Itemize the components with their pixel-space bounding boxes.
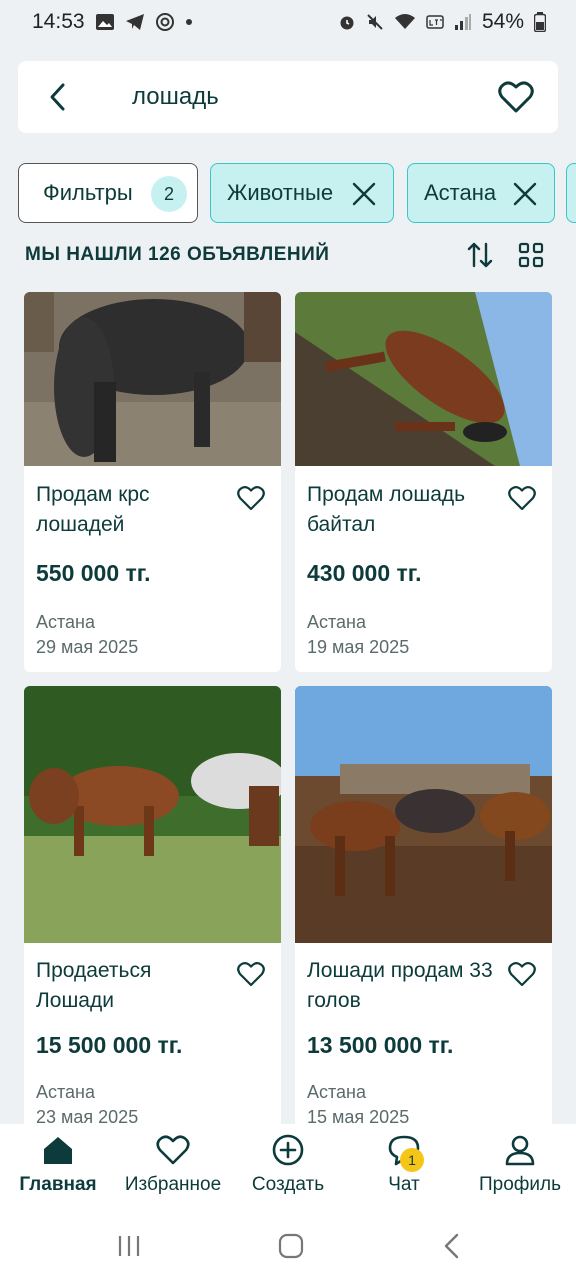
signal-icon [454,13,472,31]
back-button[interactable] [48,77,78,117]
chip-category-label: Животные [227,180,334,205]
nav-create[interactable]: Создать [246,1134,330,1208]
battery-percent: 54% [481,10,524,33]
search-bar[interactable]: лошадь [18,61,558,133]
listing-date: 29 мая 2025 [36,637,139,657]
listing-city: Астана [307,1082,367,1102]
plus-circle-icon [272,1134,304,1166]
filters-count-badge: 2 [151,176,187,212]
listing-photo [24,686,281,943]
close-icon[interactable] [512,181,538,207]
nav-home-label: Главная [19,1174,97,1195]
listing-title: Лошади продам 33 голов [307,959,493,1012]
chat-unread-badge: 1 [400,1148,424,1172]
chip-more[interactable] [566,163,576,223]
battery-icon [534,12,546,32]
listing-price: 550 000 тг. [36,560,151,586]
nav-profile-label: Профиль [478,1174,562,1195]
listing-city: Астана [36,612,96,632]
nav-home[interactable]: Главная [19,1134,97,1208]
home-icon [44,1137,72,1164]
nav-chat-label: Чат [388,1174,420,1195]
nav-favorites[interactable]: Избранное [118,1134,228,1208]
listing-card[interactable]: Продам лошадь байтал 430 000 тг. Астана … [295,292,552,672]
favorite-heart-icon[interactable] [508,960,536,988]
gallery-icon [95,13,115,31]
sort-icon[interactable] [465,240,495,270]
listing-city: Астана [307,612,367,632]
listing-price: 430 000 тг. [307,560,422,586]
listing-date: 15 мая 2025 [307,1107,410,1124]
listing-photo [24,292,281,466]
listing-price: 15 500 000 тг. [36,1032,183,1058]
heart-icon [498,81,534,113]
listing-title: Продаеться Лошади [36,959,152,1012]
telegram-icon [125,13,145,31]
search-query[interactable]: лошадь [132,83,496,111]
chip-city[interactable]: Астана [407,163,555,223]
favorite-heart-icon[interactable] [508,484,536,512]
chip-city-label: Астана [424,180,497,205]
alarm-icon [338,13,356,31]
listing-card[interactable]: Продаеться Лошади 15 500 000 тг. Астана … [24,686,281,1124]
listing-price: 13 500 000 тг. [307,1032,454,1058]
listing-photo [295,292,552,466]
nav-create-label: Создать [251,1174,325,1195]
nav-chat[interactable]: 1 Чат [374,1134,434,1208]
at-icon [155,12,175,32]
system-nav-bar [0,1212,576,1280]
save-search-button[interactable] [496,77,536,117]
favorite-heart-icon[interactable] [237,960,265,988]
home-button-icon[interactable] [278,1233,304,1259]
filter-chips: Фильтры 2 Животные Астана [18,163,576,223]
close-icon[interactable] [351,181,377,207]
clock: 14:53 [32,10,85,33]
nav-profile[interactable]: Профиль [474,1134,566,1208]
chevron-left-icon [50,83,65,111]
profile-icon [505,1135,535,1166]
lte-icon [426,13,444,31]
status-bar: 14:53 54% [0,0,576,44]
recent-apps-icon[interactable] [116,1234,142,1258]
heart-icon [156,1135,190,1165]
listing-date: 23 мая 2025 [36,1107,139,1124]
filters-label: Фильтры [43,180,133,205]
grid-view-icon[interactable] [516,240,546,270]
dot-icon [185,18,193,26]
favorite-heart-icon[interactable] [237,484,265,512]
listing-date: 19 мая 2025 [307,637,410,657]
chip-category[interactable]: Животные [210,163,394,223]
mute-icon [366,13,384,31]
wifi-icon [394,13,416,31]
listing-city: Астана [36,1082,96,1102]
listing-photo [295,686,552,943]
filters-chip[interactable]: Фильтры 2 [18,163,198,223]
listing-card[interactable]: Продам крс лошадей 550 000 тг. Астана 29… [24,292,281,672]
results-header: МЫ НАШЛИ 126 ОБЪЯВЛЕНИЙ [25,238,553,272]
listing-title: Продам лошадь байтал [307,483,466,536]
listing-title: Продам крс лошадей [36,483,150,536]
listings-grid: Продам крс лошадей 550 000 тг. Астана 29… [24,292,552,1124]
listing-card[interactable]: Лошади продам 33 голов 13 500 000 тг. Ас… [295,686,552,1124]
bottom-nav: Главная Избранное Создать 1 Чат Профиль [0,1124,576,1212]
nav-favorites-label: Избранное [124,1174,222,1195]
back-nav-icon[interactable] [442,1233,462,1259]
